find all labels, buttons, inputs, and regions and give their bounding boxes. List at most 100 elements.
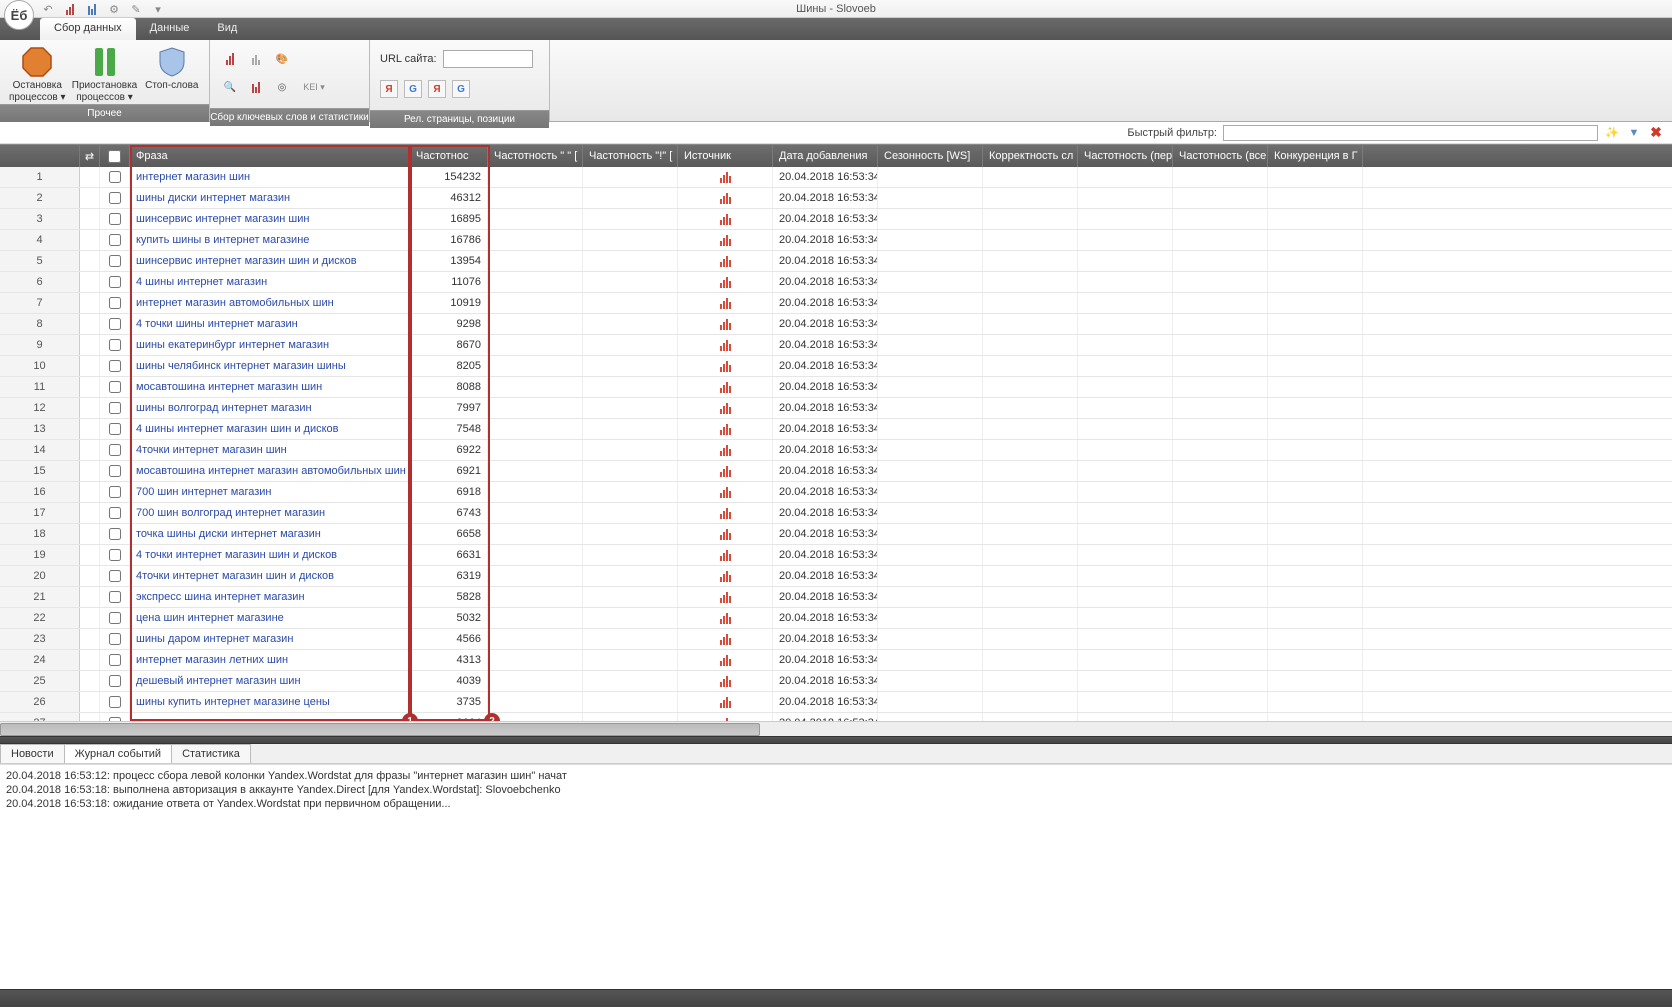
row-checkbox[interactable] — [109, 528, 121, 540]
row-checkbox[interactable] — [109, 339, 121, 351]
column-header-rownum[interactable] — [0, 145, 80, 167]
engine-google2-button[interactable]: G — [452, 80, 470, 98]
pause-processes-button[interactable]: Приостановка процессов ▾ — [73, 44, 137, 104]
filter-clear-icon[interactable]: ✖ — [1648, 125, 1664, 141]
cell-phrase[interactable]: 700 шин волгоград интернет магазин — [130, 503, 410, 523]
table-row[interactable]: 1интернет магазин шин15423220.04.2018 16… — [0, 167, 1672, 188]
column-header-src[interactable]: Источник — [678, 145, 773, 167]
row-checkbox[interactable] — [109, 675, 121, 687]
row-checkbox[interactable] — [109, 465, 121, 477]
row-checkbox[interactable] — [109, 276, 121, 288]
cell-phrase[interactable]: купить шины в интернет магазине — [130, 230, 410, 250]
log-tab-log[interactable]: Журнал событий — [64, 744, 172, 763]
row-checkbox[interactable] — [109, 318, 121, 330]
log-tab-stats[interactable]: Статистика — [171, 744, 251, 763]
table-row[interactable]: 21экспресс шина интернет магазин582820.0… — [0, 587, 1672, 608]
table-row[interactable]: 134 шины интернет магазин шин и дисков75… — [0, 419, 1672, 440]
cell-phrase[interactable]: экспресс шина интернет магазин — [130, 587, 410, 607]
row-checkbox[interactable] — [109, 549, 121, 561]
table-row[interactable]: 3шинсервис интернет магазин шин1689520.0… — [0, 209, 1672, 230]
grid-body[interactable]: 1интернет магазин шин15423220.04.2018 16… — [0, 167, 1672, 722]
cell-phrase[interactable]: шинсервис интернет магазин шин — [130, 209, 410, 229]
log-tab-news[interactable]: Новости — [0, 744, 65, 763]
filter-wand-icon[interactable]: ✨ — [1604, 125, 1620, 141]
table-row[interactable]: 18точка шины диски интернет магазин66582… — [0, 524, 1672, 545]
table-row[interactable]: 84 точки шины интернет магазин929820.04.… — [0, 314, 1672, 335]
row-checkbox[interactable] — [109, 234, 121, 246]
table-row[interactable]: 64 шины интернет магазин1107620.04.2018 … — [0, 272, 1672, 293]
row-checkbox[interactable] — [109, 591, 121, 603]
row-checkbox[interactable] — [109, 192, 121, 204]
app-logo[interactable]: Ёб — [4, 0, 34, 30]
table-row[interactable]: 204точки интернет магазин шин и дисков63… — [0, 566, 1672, 587]
column-header-f3[interactable]: Частотность "!" [ — [583, 145, 678, 167]
filter-input[interactable] — [1223, 125, 1598, 141]
cell-phrase[interactable]: 4точки интернет магазин шин — [130, 440, 410, 460]
cell-phrase[interactable]: мосавтошина интернет магазин шин — [130, 377, 410, 397]
table-row[interactable]: 17700 шин волгоград интернет магазин6743… — [0, 503, 1672, 524]
column-header-phrase[interactable]: Фраза — [130, 145, 410, 167]
filter-funnel-icon[interactable]: ▼ — [1626, 125, 1642, 141]
cell-phrase[interactable]: интернет магазин шин — [130, 167, 410, 187]
column-header-fall[interactable]: Частотность (все — [1173, 145, 1268, 167]
row-checkbox[interactable] — [109, 507, 121, 519]
cell-phrase[interactable]: 4 шины интернет магазин шин и дисков — [130, 419, 410, 439]
cell-phrase[interactable]: дешевый интернет магазин шин — [130, 671, 410, 691]
cell-phrase[interactable]: цена шин интернет магазине — [130, 608, 410, 628]
column-header-fper[interactable]: Частотность (пер — [1078, 145, 1173, 167]
cell-phrase[interactable]: шины челябинск интернет магазин шины — [130, 356, 410, 376]
qat-wand-icon[interactable]: ✎ — [128, 2, 144, 16]
cell-phrase[interactable]: шины екатеринбург интернет магазин — [130, 335, 410, 355]
kei-button[interactable]: KEI ▾ — [298, 78, 330, 96]
bars-grey-icon[interactable] — [246, 50, 266, 68]
cell-phrase[interactable]: мосавтошина интернет магазин автомобильн… — [130, 461, 410, 481]
scrollbar-thumb[interactable] — [0, 723, 760, 736]
row-checkbox[interactable] — [109, 255, 121, 267]
qat-chart2-icon[interactable] — [84, 2, 100, 16]
table-row[interactable]: 16700 шин интернет магазин691820.04.2018… — [0, 482, 1672, 503]
table-row[interactable]: 12шины волгоград интернет магазин799720.… — [0, 398, 1672, 419]
qat-more-icon[interactable]: ▾ — [150, 2, 166, 16]
column-header-cfg[interactable]: ⇄ — [80, 145, 100, 167]
search-icon[interactable]: 🔍 — [220, 78, 240, 96]
bars-red-icon[interactable] — [220, 50, 240, 68]
cell-phrase[interactable]: интернет магазин летних шин — [130, 650, 410, 670]
column-header-corr[interactable]: Корректность сл — [983, 145, 1078, 167]
table-row[interactable]: 2шины диски интернет магазин4631220.04.2… — [0, 188, 1672, 209]
url-input[interactable] — [443, 50, 533, 68]
column-header-chk[interactable] — [100, 145, 130, 167]
cell-phrase[interactable]: 4 точки интернет магазин шин и дисков — [130, 545, 410, 565]
row-checkbox[interactable] — [109, 381, 121, 393]
engine-yandex-button[interactable]: Я — [380, 80, 398, 98]
cell-phrase[interactable]: интернет магазин автомобильных шин — [130, 293, 410, 313]
table-row[interactable]: 4купить шины в интернет магазине1678620.… — [0, 230, 1672, 251]
row-checkbox[interactable] — [109, 696, 121, 708]
qat-chart-icon[interactable] — [62, 2, 78, 16]
table-row[interactable]: 23шины даром интернет магазин456620.04.2… — [0, 629, 1672, 650]
row-checkbox[interactable] — [109, 423, 121, 435]
bars2-icon[interactable] — [246, 78, 266, 96]
cell-phrase[interactable]: шины даром интернет магазин — [130, 629, 410, 649]
tab-data[interactable]: Данные — [136, 18, 204, 40]
cell-phrase[interactable]: точка шины диски интернет магазин — [130, 524, 410, 544]
qat-undo-icon[interactable]: ↶ — [40, 2, 56, 16]
row-checkbox[interactable] — [109, 171, 121, 183]
row-checkbox[interactable] — [109, 486, 121, 498]
cell-phrase[interactable]: шины купить интернет магазине цены — [130, 692, 410, 712]
table-row[interactable]: 15мосавтошина интернет магазин автомобил… — [0, 461, 1672, 482]
tab-view[interactable]: Вид — [203, 18, 251, 40]
table-row[interactable]: 11мосавтошина интернет магазин шин808820… — [0, 377, 1672, 398]
column-header-comp[interactable]: Конкуренция в Г — [1268, 145, 1363, 167]
table-row[interactable]: 10шины челябинск интернет магазин шины82… — [0, 356, 1672, 377]
table-row[interactable]: 194 точки интернет магазин шин и дисков6… — [0, 545, 1672, 566]
palette-icon[interactable]: 🎨 — [272, 50, 292, 68]
table-row[interactable]: 7интернет магазин автомобильных шин10919… — [0, 293, 1672, 314]
cell-phrase[interactable]: шины диски интернет магазин — [130, 188, 410, 208]
column-header-freq[interactable]: Частотнос — [410, 145, 488, 167]
row-checkbox[interactable] — [109, 360, 121, 372]
row-checkbox[interactable] — [109, 570, 121, 582]
row-checkbox[interactable] — [109, 633, 121, 645]
splitter[interactable] — [0, 736, 1672, 744]
stopwords-button[interactable]: Стоп-слова — [141, 44, 204, 92]
row-checkbox[interactable] — [109, 297, 121, 309]
